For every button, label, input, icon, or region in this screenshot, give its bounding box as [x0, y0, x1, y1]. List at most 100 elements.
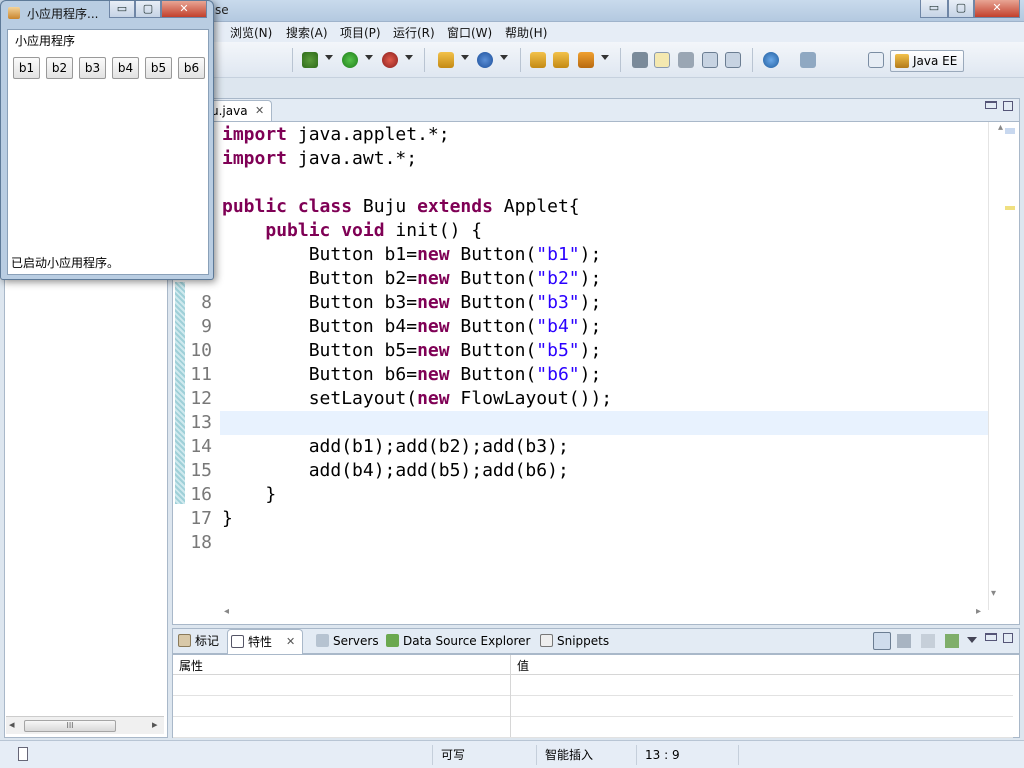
open-folder-icon[interactable]	[553, 52, 569, 68]
restore-default-icon[interactable]	[945, 634, 959, 648]
tab-data-source-explorer[interactable]: Data Source Explorer	[383, 629, 533, 654]
code-line[interactable]: }	[222, 483, 276, 507]
perspective-java-ee-button[interactable]: Java EE	[890, 50, 964, 72]
search-icon[interactable]	[578, 52, 594, 68]
close-tab-icon[interactable]: ✕	[255, 104, 264, 117]
applet-button-b3[interactable]: b3	[79, 57, 106, 79]
code-line[interactable]: Button b2=new Button("b2");	[222, 267, 602, 291]
code-line[interactable]: Button b4=new Button("b4");	[222, 315, 602, 339]
new-web-dropdown-icon[interactable]	[500, 55, 508, 60]
code-line[interactable]: add(b4);add(b5);add(b6);	[222, 459, 569, 483]
editor-horizontal-scrollbar[interactable]: ◂ ▸	[220, 606, 988, 622]
code-line[interactable]: import java.awt.*;	[222, 147, 417, 171]
view-menu-icon[interactable]	[967, 637, 977, 643]
menu-search[interactable]: 搜索(A)	[286, 24, 328, 41]
new-server-dropdown-icon[interactable]	[461, 55, 469, 60]
applet-maximize-button[interactable]: ▢	[135, 1, 161, 18]
tab-properties[interactable]: 特性 ✕	[227, 629, 303, 654]
code-line[interactable]: public void init() {	[222, 219, 482, 243]
block-selection-icon[interactable]	[678, 52, 694, 68]
menu-browse[interactable]: 浏览(N)	[230, 24, 272, 41]
maximize-panel-icon[interactable]	[1003, 633, 1013, 643]
warning-marker[interactable]	[1005, 206, 1015, 210]
code-line[interactable]: setLayout(new FlowLayout());	[222, 387, 612, 411]
menu-run[interactable]: 运行(R)	[393, 24, 435, 41]
open-type-icon[interactable]	[530, 52, 546, 68]
applet-button-b1[interactable]: b1	[13, 57, 40, 79]
editor-scroll-left-icon[interactable]: ◂	[224, 606, 229, 617]
code-line[interactable]: Button b3=new Button("b3");	[222, 291, 602, 315]
properties-header: 属性 值	[173, 655, 1019, 675]
minimize-view-icon[interactable]	[985, 101, 997, 109]
applet-menu[interactable]: 小应用程序	[15, 32, 75, 49]
applet-button-b6[interactable]: b6	[178, 57, 205, 79]
applet-button-b5[interactable]: b5	[145, 57, 172, 79]
line-number: 14	[190, 436, 212, 457]
code-line[interactable]: Button b5=new Button("b5");	[222, 339, 602, 363]
fast-view-icon[interactable]	[18, 747, 28, 761]
scroll-down-arrow-icon[interactable]: ▾	[991, 588, 996, 599]
show-whitespace-icon[interactable]	[702, 52, 718, 68]
external-tools-icon[interactable]	[382, 52, 398, 68]
menu-window[interactable]: 窗口(W)	[447, 24, 492, 41]
globe-icon[interactable]	[763, 52, 779, 68]
open-perspective-icon[interactable]	[868, 52, 884, 68]
scroll-right-arrow-icon[interactable]: ▸	[152, 718, 158, 731]
run-icon[interactable]	[342, 52, 358, 68]
column-header-value[interactable]: 值	[517, 657, 529, 674]
scroll-left-arrow-icon[interactable]: ◂	[9, 718, 15, 731]
highlight-icon[interactable]	[654, 52, 670, 68]
code-line[interactable]: import java.applet.*;	[222, 123, 450, 147]
applet-minimize-button[interactable]: ▭	[109, 1, 135, 18]
current-line-highlight	[220, 411, 988, 435]
debug-dropdown-icon[interactable]	[325, 55, 333, 60]
close-tab-icon[interactable]: ✕	[286, 630, 295, 654]
table-row	[173, 676, 1013, 696]
advanced-icon[interactable]	[921, 634, 935, 648]
code-line[interactable]: public class Buju extends Applet{	[222, 195, 580, 219]
new-server-icon[interactable]	[438, 52, 454, 68]
editor-scroll-right-icon[interactable]: ▸	[976, 606, 981, 617]
pilcrow-icon[interactable]	[725, 52, 741, 68]
column-divider[interactable]	[510, 655, 511, 737]
code-line[interactable]: Button b6=new Button("b6");	[222, 363, 602, 387]
keyword-token: import	[222, 124, 288, 145]
code-line[interactable]: }	[222, 507, 233, 531]
column-header-property[interactable]: 属性	[179, 657, 203, 674]
toolbar-separator	[620, 48, 621, 72]
sync-icon[interactable]	[800, 52, 816, 68]
maximize-view-icon[interactable]	[1003, 101, 1013, 111]
maximize-button[interactable]: ▢	[948, 0, 974, 18]
scroll-thumb[interactable]: III	[24, 720, 116, 732]
left-pane-horizontal-scrollbar[interactable]: ◂ III ▸	[6, 716, 164, 734]
applet-close-button[interactable]: ✕	[161, 1, 207, 18]
tab-markers[interactable]: 标记	[175, 629, 225, 654]
tab-snippets[interactable]: Snippets	[537, 629, 613, 654]
debug-icon[interactable]	[302, 52, 318, 68]
minimize-button[interactable]: ▭	[920, 0, 948, 18]
pin-icon[interactable]	[632, 52, 648, 68]
code-line[interactable]: add(b1);add(b2);add(b3);	[222, 435, 569, 459]
new-web-icon[interactable]	[477, 52, 493, 68]
editor-vertical-ruler[interactable]: ▴ ▾	[988, 122, 1018, 610]
applet-viewer-window[interactable]: 小应用程序... ▭ ▢ ✕ 小应用程序 b1 b2 b3 b4 b5 b6 已…	[0, 0, 214, 280]
categories-toggle-icon[interactable]	[873, 632, 891, 650]
menu-project[interactable]: 项目(P)	[340, 24, 381, 41]
run-dropdown-icon[interactable]	[365, 55, 373, 60]
minimize-panel-icon[interactable]	[985, 633, 997, 641]
overview-marker[interactable]	[1005, 128, 1015, 134]
applet-button-b2[interactable]: b2	[46, 57, 73, 79]
close-button[interactable]: ✕	[974, 0, 1020, 18]
scroll-up-arrow-icon[interactable]: ▴	[998, 122, 1003, 133]
external-tools-dropdown-icon[interactable]	[405, 55, 413, 60]
menu-help[interactable]: 帮助(H)	[505, 24, 547, 41]
filter-icon[interactable]	[897, 634, 911, 648]
line-number: 17	[190, 508, 212, 529]
tab-servers[interactable]: Servers	[313, 629, 381, 654]
tab-label: 特性	[248, 635, 273, 649]
code-line[interactable]: Button b1=new Button("b1");	[222, 243, 602, 267]
search-dropdown-icon[interactable]	[601, 55, 609, 60]
toolbar-separator	[424, 48, 425, 72]
code-token: Buju	[352, 196, 418, 217]
applet-button-b4[interactable]: b4	[112, 57, 139, 79]
